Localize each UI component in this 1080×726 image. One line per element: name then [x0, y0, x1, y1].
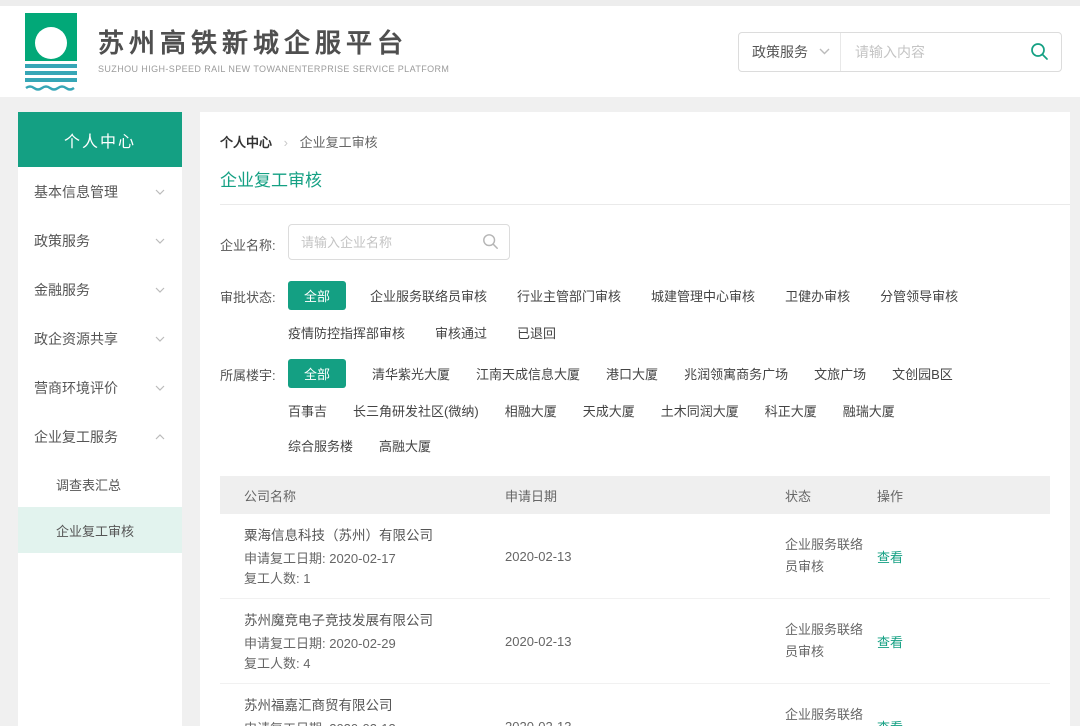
building-option[interactable]: 百事吉	[288, 401, 327, 420]
chevron-down-icon	[155, 189, 165, 195]
app-header: 苏州高铁新城企服平台 SUZHOU HIGH-SPEED RAIL NEW TO…	[0, 6, 1080, 97]
building-option[interactable]: 融瑞大厦	[843, 401, 895, 420]
resume-date: 申请复工日期: 2020-02-13	[244, 719, 505, 726]
main-panel: 个人中心 › 企业复工审核 企业复工审核 企业名称: 审批状态: 全部 企业服务…	[200, 112, 1070, 726]
title-divider	[220, 204, 1070, 205]
sidebar-header-personal-center[interactable]: 个人中心	[18, 112, 182, 167]
building-option[interactable]: 港口大厦	[606, 364, 658, 383]
header-search-input[interactable]	[841, 44, 1030, 60]
building-option[interactable]: 相融大厦	[505, 401, 557, 420]
search-category-select[interactable]: 政策服务	[739, 33, 841, 71]
table-row: 苏州魔竞电子竞技发展有限公司 申请复工日期: 2020-02-29 复工人数: …	[220, 599, 1050, 684]
building-option[interactable]: 长三角研发社区(微纳)	[353, 401, 479, 420]
platform-title: 苏州高铁新城企服平台	[98, 29, 449, 59]
logo-sun-icon	[25, 13, 77, 61]
apply-date: 2020-02-13	[505, 634, 785, 649]
sidebar-item-finance-service[interactable]: 金融服务	[18, 265, 182, 314]
status-option-all[interactable]: 全部	[288, 281, 346, 310]
chevron-down-icon	[155, 238, 165, 244]
company-name-filter: 企业名称:	[220, 224, 1050, 260]
company-name: 苏州福嘉汇商贸有限公司	[244, 694, 505, 714]
search-category-value: 政策服务	[752, 42, 808, 62]
building-option-all[interactable]: 全部	[288, 359, 346, 388]
building-option[interactable]: 文创园B区	[892, 364, 953, 383]
building-label: 所属楼宇:	[220, 359, 288, 467]
col-header-action: 操作	[877, 486, 1050, 505]
sidebar-item-basic-info[interactable]: 基本信息管理	[18, 167, 182, 216]
search-icon[interactable]	[482, 233, 499, 253]
chevron-down-icon	[819, 48, 830, 55]
status-option[interactable]: 行业主管部门审核	[517, 286, 621, 305]
col-header-apply-date: 申请日期	[505, 486, 785, 505]
logo-waves-icon	[25, 64, 77, 91]
status-option[interactable]: 疫情防控指挥部审核	[288, 323, 405, 342]
building-option[interactable]: 天成大厦	[583, 401, 635, 420]
resume-date: 申请复工日期: 2020-02-29	[244, 634, 505, 654]
status-text: 企业服务联络员审核	[785, 619, 863, 663]
chevron-up-icon	[155, 434, 165, 440]
company-name: 粟海信息科技（苏州）有限公司	[244, 524, 505, 544]
sidebar-item-gov-enterprise-resources[interactable]: 政企资源共享	[18, 314, 182, 363]
building-option[interactable]: 文旅广场	[814, 364, 866, 383]
status-text: 企业服务联络员审核	[785, 534, 863, 578]
building-option[interactable]: 兆润领寓商务广场	[684, 364, 788, 383]
breadcrumb-root[interactable]: 个人中心	[220, 135, 272, 150]
apply-date: 2020-02-13	[505, 719, 785, 726]
building-option[interactable]: 科正大厦	[765, 401, 817, 420]
status-option[interactable]: 已退回	[517, 323, 556, 342]
table-row: 粟海信息科技（苏州）有限公司 申请复工日期: 2020-02-17 复工人数: …	[220, 514, 1050, 599]
resume-people: 复工人数: 4	[244, 654, 505, 674]
building-option[interactable]: 清华紫光大厦	[372, 364, 450, 383]
company-name: 苏州魔竞电子竞技发展有限公司	[244, 609, 505, 629]
status-option[interactable]: 分管领导审核	[880, 286, 958, 305]
view-link[interactable]: 查看	[877, 550, 903, 565]
resume-date: 申请复工日期: 2020-02-17	[244, 549, 505, 569]
chevron-down-icon	[155, 336, 165, 342]
breadcrumb: 个人中心 › 企业复工审核	[220, 132, 1050, 151]
status-text: 企业服务联络员审核	[785, 704, 863, 726]
col-header-company: 公司名称	[220, 486, 505, 505]
platform-logo	[18, 13, 84, 91]
header-search: 政策服务	[738, 32, 1062, 72]
sidebar-item-business-environment[interactable]: 营商环境评价	[18, 363, 182, 412]
building-option[interactable]: 高融大厦	[379, 436, 431, 455]
platform-subtitle: SUZHOU HIGH-SPEED RAIL NEW TOWANENTERPRI…	[98, 64, 449, 74]
table-row: 苏州福嘉汇商贸有限公司 申请复工日期: 2020-02-13 复工人数: 1 2…	[220, 684, 1050, 726]
col-header-status: 状态	[785, 486, 877, 505]
status-option[interactable]: 审核通过	[435, 323, 487, 342]
page-body: 个人中心 基本信息管理 政策服务 金融服务 政企资源共享 营商环境评价 企业复工…	[0, 97, 1080, 726]
sidebar-item-policy-service[interactable]: 政策服务	[18, 216, 182, 265]
review-table: 公司名称 申请日期 状态 操作 粟海信息科技（苏州）有限公司 申请复工日期: 2…	[220, 476, 1050, 726]
breadcrumb-current: 企业复工审核	[300, 135, 378, 150]
approval-status-label: 审批状态:	[220, 281, 288, 354]
building-filter: 所属楼宇: 全部 清华紫光大厦 江南天成信息大厦 港口大厦 兆润领寓商务广场 文…	[220, 359, 1050, 467]
sidebar-item-resume-work-service[interactable]: 企业复工服务	[18, 412, 182, 461]
status-option[interactable]: 城建管理中心审核	[651, 286, 755, 305]
building-option[interactable]: 土木同润大厦	[661, 401, 739, 420]
breadcrumb-separator: ›	[284, 135, 288, 150]
building-option[interactable]: 综合服务楼	[288, 436, 353, 455]
company-name-label: 企业名称:	[220, 224, 288, 260]
sidebar: 个人中心 基本信息管理 政策服务 金融服务 政企资源共享 营商环境评价 企业复工…	[18, 112, 182, 726]
company-name-input[interactable]	[288, 224, 510, 260]
table-header-row: 公司名称 申请日期 状态 操作	[220, 476, 1050, 514]
view-link[interactable]: 查看	[877, 635, 903, 650]
status-option[interactable]: 卫健办审核	[785, 286, 850, 305]
page-title: 企业复工审核	[220, 166, 1050, 191]
apply-date: 2020-02-13	[505, 549, 785, 564]
chevron-down-icon	[155, 385, 165, 391]
resume-people: 复工人数: 1	[244, 569, 505, 589]
search-icon[interactable]	[1030, 42, 1049, 61]
view-link[interactable]: 查看	[877, 720, 903, 726]
building-option[interactable]: 江南天成信息大厦	[476, 364, 580, 383]
sidebar-subitem-resume-work-review[interactable]: 企业复工审核	[18, 507, 182, 553]
status-option[interactable]: 企业服务联络员审核	[370, 286, 487, 305]
sidebar-subitem-survey-summary[interactable]: 调查表汇总	[18, 461, 182, 507]
chevron-down-icon	[155, 287, 165, 293]
approval-status-filter: 审批状态: 全部 企业服务联络员审核 行业主管部门审核 城建管理中心审核 卫健办…	[220, 281, 1050, 354]
